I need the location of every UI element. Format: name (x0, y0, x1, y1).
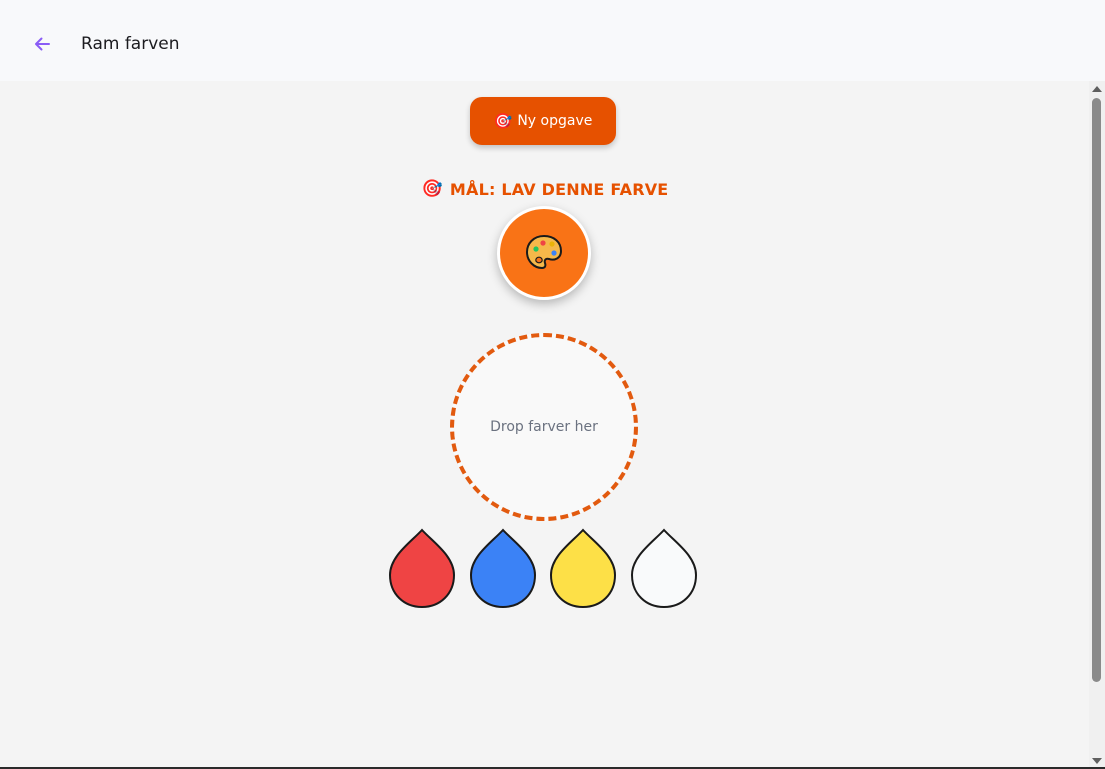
goal-text: MÅL: LAV DENNE FARVE (449, 179, 669, 199)
arrow-left-icon (35, 37, 50, 51)
target-icon: 🎯 (421, 179, 443, 199)
scroll-up-arrow[interactable] (1092, 86, 1102, 92)
page-title: Ram farven (81, 34, 180, 54)
palette-icon (525, 234, 563, 270)
color-mix-app: Ram farven 🎯 Ny opgave 🎯 MÅL: LAV DENNE … (0, 0, 1105, 769)
paint-drop-blue[interactable] (468, 528, 538, 610)
scroll-down-arrow[interactable] (1092, 758, 1102, 764)
target-icon: 🎯 (493, 112, 513, 130)
paint-drop-yellow[interactable] (548, 528, 618, 610)
drop-zone-hint: Drop farver her (490, 419, 598, 435)
paint-drop-white[interactable] (629, 528, 699, 610)
new-task-button[interactable]: 🎯 Ny opgave (470, 97, 616, 145)
scroll-thumb[interactable] (1092, 98, 1101, 682)
goal-heading: 🎯 MÅL: LAV DENNE FARVE (420, 177, 670, 201)
paint-drop-red[interactable] (387, 528, 457, 610)
back-button[interactable] (28, 30, 56, 58)
mixing-drop-zone[interactable]: Drop farver her (450, 333, 638, 521)
top-app-bar: Ram farven (0, 0, 1105, 81)
vertical-scrollbar[interactable] (1089, 81, 1105, 767)
target-color-swatch (497, 206, 591, 300)
new-task-label: Ny opgave (517, 113, 593, 129)
